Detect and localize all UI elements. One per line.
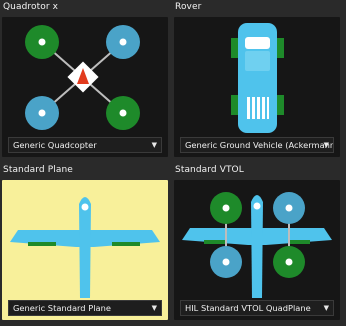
vtol-fuselage-icon xyxy=(251,195,263,298)
rover-diagram xyxy=(231,23,284,133)
frame-card-quadrotor-x[interactable]: Generic Quadcopter ▼ xyxy=(2,17,168,157)
airframe-select-standard-plane[interactable]: Generic Standard Plane ▼ xyxy=(8,300,162,316)
nose-icon xyxy=(81,203,89,211)
airframe-select-standard-vtol[interactable]: HIL Standard VTOL QuadPlane ▼ xyxy=(180,300,334,316)
frame-card-standard-plane[interactable]: Generic Standard Plane ▼ xyxy=(2,180,168,320)
aileron-right-icon xyxy=(112,242,140,246)
frame-card-rover[interactable]: Generic Ground Vehicle (Ackermann) ▼ xyxy=(174,17,340,157)
standard-plane-diagram xyxy=(10,197,160,308)
windshield-icon xyxy=(245,37,270,49)
standard-vtol-diagram xyxy=(182,192,332,308)
chevron-down-icon: ▼ xyxy=(151,141,157,149)
frame-panel-standard-plane: Standard Plane Generic Standard Plane ▼ xyxy=(0,163,171,324)
frame-title: Quadrotor x xyxy=(3,2,59,12)
aileron-left-icon xyxy=(28,242,56,246)
frame-title: Standard VTOL xyxy=(175,165,244,175)
airframe-select-quadrotor-x[interactable]: Generic Quadcopter ▼ xyxy=(8,137,162,153)
frame-panel-standard-vtol: Standard VTOL HIL Standard VTOL QuadPlan… xyxy=(172,163,343,324)
frame-card-standard-vtol[interactable]: HIL Standard VTOL QuadPlane ▼ xyxy=(174,180,340,320)
frame-panel-quadrotor-x: Quadrotor x Generic Quadcopter ▼ xyxy=(0,0,171,161)
airframe-select-rover[interactable]: Generic Ground Vehicle (Ackermann) ▼ xyxy=(180,137,334,153)
frame-panel-rover: Rover Generic Ground Vehicle (Ackermann)… xyxy=(172,0,343,161)
chevron-down-icon: ▼ xyxy=(323,304,329,312)
frame-title: Standard Plane xyxy=(3,165,73,175)
fuselage-icon xyxy=(79,197,91,298)
chevron-down-icon: ▼ xyxy=(323,141,329,149)
quadrotor-x-diagram xyxy=(25,25,140,130)
chevron-down-icon: ▼ xyxy=(151,304,157,312)
frame-title: Rover xyxy=(175,2,202,12)
